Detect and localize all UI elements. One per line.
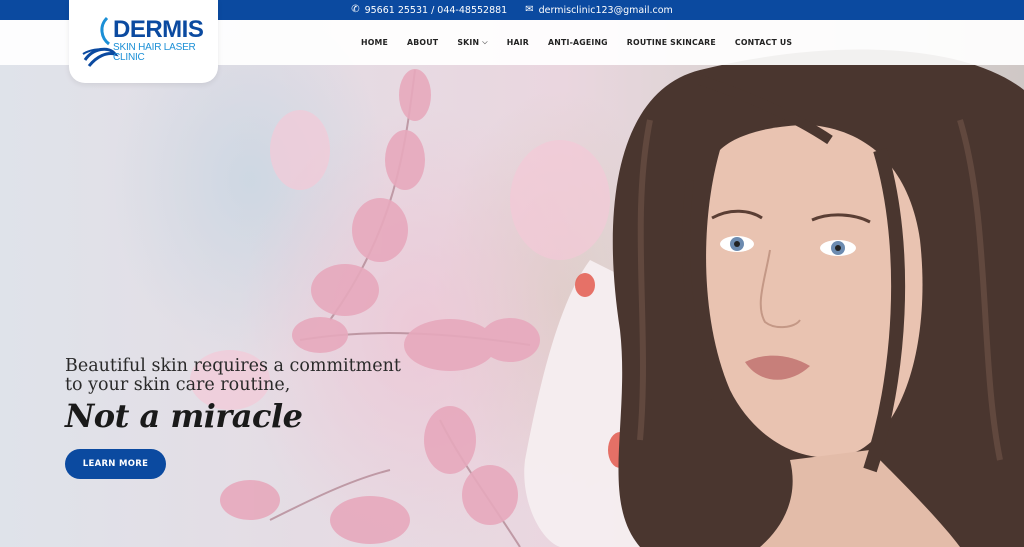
learn-more-button[interactable]: LEARN MORE — [65, 449, 166, 479]
site-logo[interactable]: DERMIS SKIN HAIR LASER CLINIC — [69, 0, 218, 83]
nav-item-about[interactable]: ABOUT — [407, 38, 438, 47]
nav-item-label: SKIN — [457, 38, 480, 47]
nav-item-home[interactable]: HOME — [361, 38, 388, 47]
hero-tagline: Beautiful skin requires a commitment to … — [65, 356, 401, 395]
nav-item-routine-skincare[interactable]: ROUTINE SKINCARE — [627, 38, 716, 47]
nav-item-label: ROUTINE SKINCARE — [626, 38, 716, 47]
nav-item-label: HOME — [361, 38, 389, 47]
nav-menu: HOME ABOUT SKIN ⌵ HAIR ANTI-AGEING ROUTI… — [361, 20, 811, 65]
phone-contact[interactable]: ✆ 95661 25531 / 044-48552881 — [351, 5, 507, 16]
email-contact[interactable]: ✉ dermisclinic123@gmail.com — [525, 5, 673, 16]
nav-item-label: ANTI-AGEING — [547, 38, 608, 47]
logo-wordmark: DERMIS — [113, 16, 204, 43]
phone-icon: ✆ — [351, 4, 360, 15]
hero-headline: Not a miracle — [65, 397, 303, 435]
nav-item-hair[interactable]: HAIR — [507, 38, 529, 47]
chevron-down-icon: ⌵ — [482, 38, 488, 46]
nav-item-anti-ageing[interactable]: ANTI-AGEING — [548, 38, 608, 47]
logo-tagline: SKIN HAIR LASER CLINIC — [113, 42, 196, 63]
envelope-icon: ✉ — [525, 4, 534, 15]
nav-item-contact-us[interactable]: CONTACT US — [735, 38, 792, 47]
nav-item-skin[interactable]: SKIN ⌵ — [457, 38, 487, 47]
nav-item-label: HAIR — [506, 38, 529, 47]
nav-item-label: CONTACT US — [734, 38, 793, 47]
email-address[interactable]: dermisclinic123@gmail.com — [539, 5, 673, 16]
nav-item-label: ABOUT — [407, 38, 439, 47]
phone-number[interactable]: 95661 25531 / 044-48552881 — [365, 5, 508, 16]
